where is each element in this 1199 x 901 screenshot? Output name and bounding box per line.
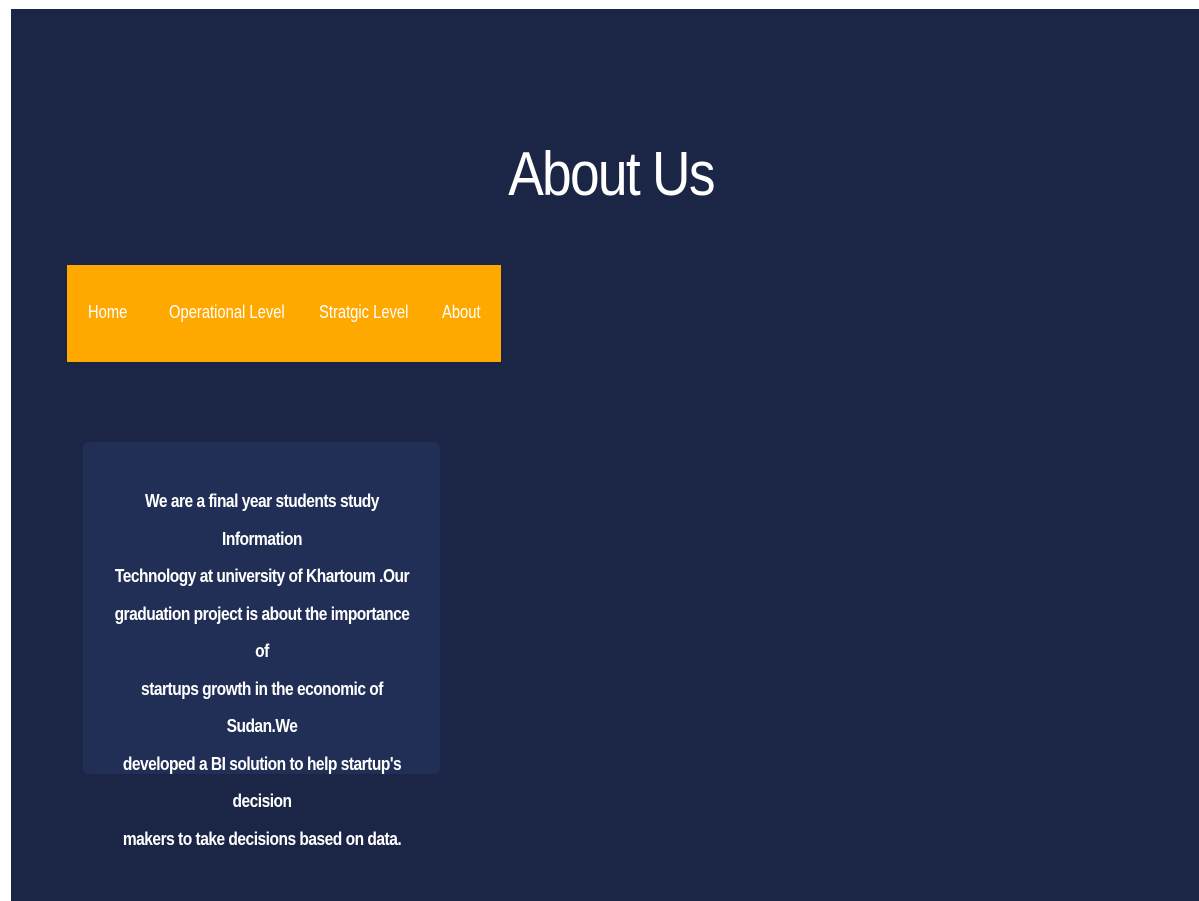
about-line: makers to take decisions based on data.: [122, 827, 402, 849]
nav-item-home[interactable]: Home: [88, 302, 127, 323]
about-card: We are a final year students study Infor…: [83, 442, 440, 849]
nav-item-operational-level[interactable]: Operational Level: [169, 302, 285, 323]
about-line: Technology at university of Khartoum .Ou…: [114, 565, 410, 586]
about-line: graduation project is about the importan…: [114, 602, 410, 662]
page-title: About Us: [508, 140, 715, 209]
nav-item-about[interactable]: About: [442, 302, 481, 323]
about-line: We are a final year students study Infor…: [145, 490, 379, 549]
about-description: We are a final year students study Infor…: [107, 482, 418, 857]
nav-bar: Home Operational Level Stratgic Level Ab…: [67, 265, 501, 362]
about-line: developed a BI solution to help startup'…: [122, 752, 402, 812]
about-line: startups growth in the economic of Sudan…: [141, 677, 383, 737]
page-background: About Us Home Operational Level Stratgic…: [11, 9, 1199, 901]
nav-item-strategic-level[interactable]: Stratgic Level: [319, 302, 408, 323]
